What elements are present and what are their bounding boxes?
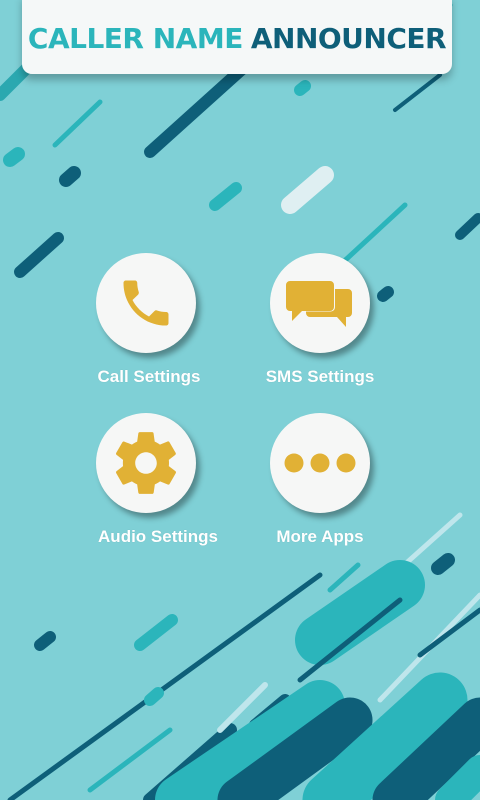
app-header: CALLER NAME ANNOUNCER [22,0,452,74]
app-title-part2: ANNOUNCER [250,21,447,55]
app-title-part1: CALLER NAME [27,21,243,55]
more-apps-circle[interactable] [270,413,370,513]
sms-settings-circle[interactable] [270,253,370,353]
call-settings-circle[interactable] [96,253,196,353]
call-settings-button[interactable]: Call Settings [96,253,200,387]
audio-settings-circle[interactable] [96,413,196,513]
more-apps-button[interactable]: More Apps [270,413,370,547]
app-title: CALLER NAME ANNOUNCER [27,14,447,55]
more-dots-icon [284,453,356,473]
phone-icon [123,280,169,326]
sms-settings-button[interactable]: SMS Settings [266,253,374,387]
audio-settings-label: Audio Settings [98,527,218,546]
call-settings-label: Call Settings [97,367,201,386]
decorative-background [0,2,480,800]
more-apps-label: More Apps [276,527,364,546]
gear-icon [116,432,176,494]
chat-bubbles-icon [285,280,352,327]
audio-settings-button[interactable]: Audio Settings [96,413,218,547]
sms-settings-label: SMS Settings [265,367,375,386]
